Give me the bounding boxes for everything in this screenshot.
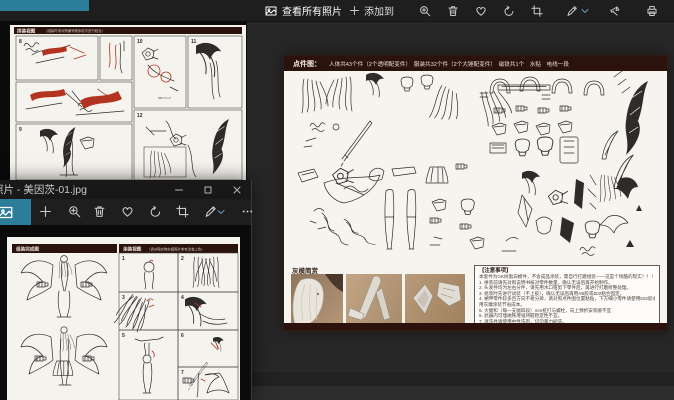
rotate-icon[interactable] <box>500 0 518 21</box>
parts-header: 点件图： 人体共43个件（2个透明配变件） 服装共32个件（2个大锤配变件） 磁… <box>284 56 667 71</box>
svg-text:2: 2 <box>181 256 184 262</box>
gray-model-photo-limbs <box>346 274 402 324</box>
view-all-photos-button[interactable]: 查看所有照片 <box>257 0 350 21</box>
view-all-photos-label: 查看所有照片 <box>282 3 342 18</box>
parts-header-title: 点件图： <box>293 59 321 69</box>
zoom-in-icon[interactable] <box>65 201 83 222</box>
delete-icon[interactable] <box>90 201 108 222</box>
photos-icon <box>265 5 277 17</box>
gray-model-photo-armor <box>405 274 465 324</box>
notes-box: 【注意事项】 本套件为GK树脂白模件，不含成品涂装，需自行打磨组装——这是个残酷… <box>474 265 660 326</box>
svg-text:（请对照实物灰模照片参考涂装上色）: （请对照实物灰模照片参考涂装上色） <box>147 246 205 251</box>
svg-text:（组装时请对照编号顺序依次进行粘合）: （组装时请对照编号顺序依次进行粘合） <box>44 28 105 33</box>
favorite-icon[interactable] <box>118 201 136 222</box>
parts-line-art <box>284 71 667 263</box>
svg-text:拼装视图: 拼装视图 <box>17 27 36 34</box>
background-photo-window: 拼装视图 （组装时请对照编号顺序依次进行粘合） 8 10 11 9 12 <box>0 21 247 184</box>
svg-text:9: 9 <box>19 127 22 133</box>
svg-text:1: 1 <box>122 256 125 262</box>
delete-icon[interactable] <box>444 0 462 21</box>
background-sheet-art: 拼装视图 （组装时请对照编号顺序依次进行粘合） 8 10 11 9 12 <box>10 25 246 183</box>
svg-text:8: 8 <box>19 39 22 45</box>
front-sheet-art: 组装完成图 涂装视图 （请对照实物灰模照片参考涂装上色） 1 2 3 4 5 6… <box>7 237 240 400</box>
svg-text:11: 11 <box>191 39 197 45</box>
zoom-in-icon[interactable] <box>416 0 434 21</box>
backdrop-band <box>252 386 674 400</box>
front-toolbar <box>0 199 251 225</box>
svg-text:4: 4 <box>181 295 184 301</box>
svg-text:组装完成图: 组装完成图 <box>16 246 39 253</box>
svg-text:6: 6 <box>181 333 184 339</box>
svg-text:12: 12 <box>137 113 143 119</box>
draw-chevron-down-icon[interactable] <box>579 0 591 21</box>
see-more-icon[interactable] <box>238 201 256 222</box>
gray-model-photo-head <box>291 274 343 324</box>
photos-icon <box>0 205 13 220</box>
sheet-bottom-band <box>284 323 667 330</box>
main-toolbar: 查看所有照片 添加到 <box>0 0 674 22</box>
window-title: 照片 - 美因茨-01.jpg <box>0 182 87 197</box>
svg-text:7: 7 <box>181 370 184 376</box>
parts-diagram-image[interactable]: 点件图： 人体共43个件（2个透明配变件） 服装共32个件（2个大锤配变件） 磁… <box>283 55 668 331</box>
screen: 查看所有照片 添加到 拼装视图 （组装时请对照编号顺序依次进行粘合） <box>0 0 674 400</box>
svg-text:涂装视图: 涂装视图 <box>123 246 142 253</box>
add-icon[interactable] <box>36 201 54 222</box>
parts-header-text: 人体共43个件（2个透明配变件） 服装共32个件（2个大锤配变件） 磁铁共1个 … <box>329 60 569 68</box>
background-view-all-button-remnant[interactable] <box>0 0 89 11</box>
plus-icon <box>349 5 360 16</box>
front-model-sheet-image[interactable]: 组装完成图 涂装视图 （请对照实物灰模照片参考涂装上色） 1 2 3 4 5 6… <box>7 237 240 400</box>
add-to-button[interactable]: 添加到 <box>349 0 394 21</box>
share-icon[interactable] <box>606 0 624 21</box>
minimize-button[interactable] <box>164 180 193 199</box>
backdrop-band <box>252 372 674 386</box>
background-model-sheet-image[interactable]: 拼装视图 （组装时请对照编号顺序依次进行粘合） 8 10 11 9 12 <box>10 25 246 183</box>
svg-text:8BCYA-2*: 8BCYA-2* <box>158 96 172 100</box>
svg-text:5: 5 <box>122 333 125 339</box>
print-icon[interactable] <box>643 0 661 21</box>
crop-icon[interactable] <box>528 0 546 21</box>
add-to-label: 添加到 <box>364 3 394 18</box>
front-titlebar[interactable]: 照片 - 美因茨-01.jpg <box>0 180 251 199</box>
draw-chevron-down-icon[interactable] <box>216 201 226 222</box>
view-all-photos-button[interactable] <box>0 199 31 225</box>
favorite-icon[interactable] <box>472 0 490 21</box>
maximize-button[interactable] <box>193 180 222 199</box>
crop-icon[interactable] <box>173 201 191 222</box>
svg-text:3: 3 <box>122 295 125 301</box>
rotate-icon[interactable] <box>146 201 164 222</box>
close-button[interactable] <box>222 180 251 199</box>
svg-text:10: 10 <box>137 39 143 45</box>
